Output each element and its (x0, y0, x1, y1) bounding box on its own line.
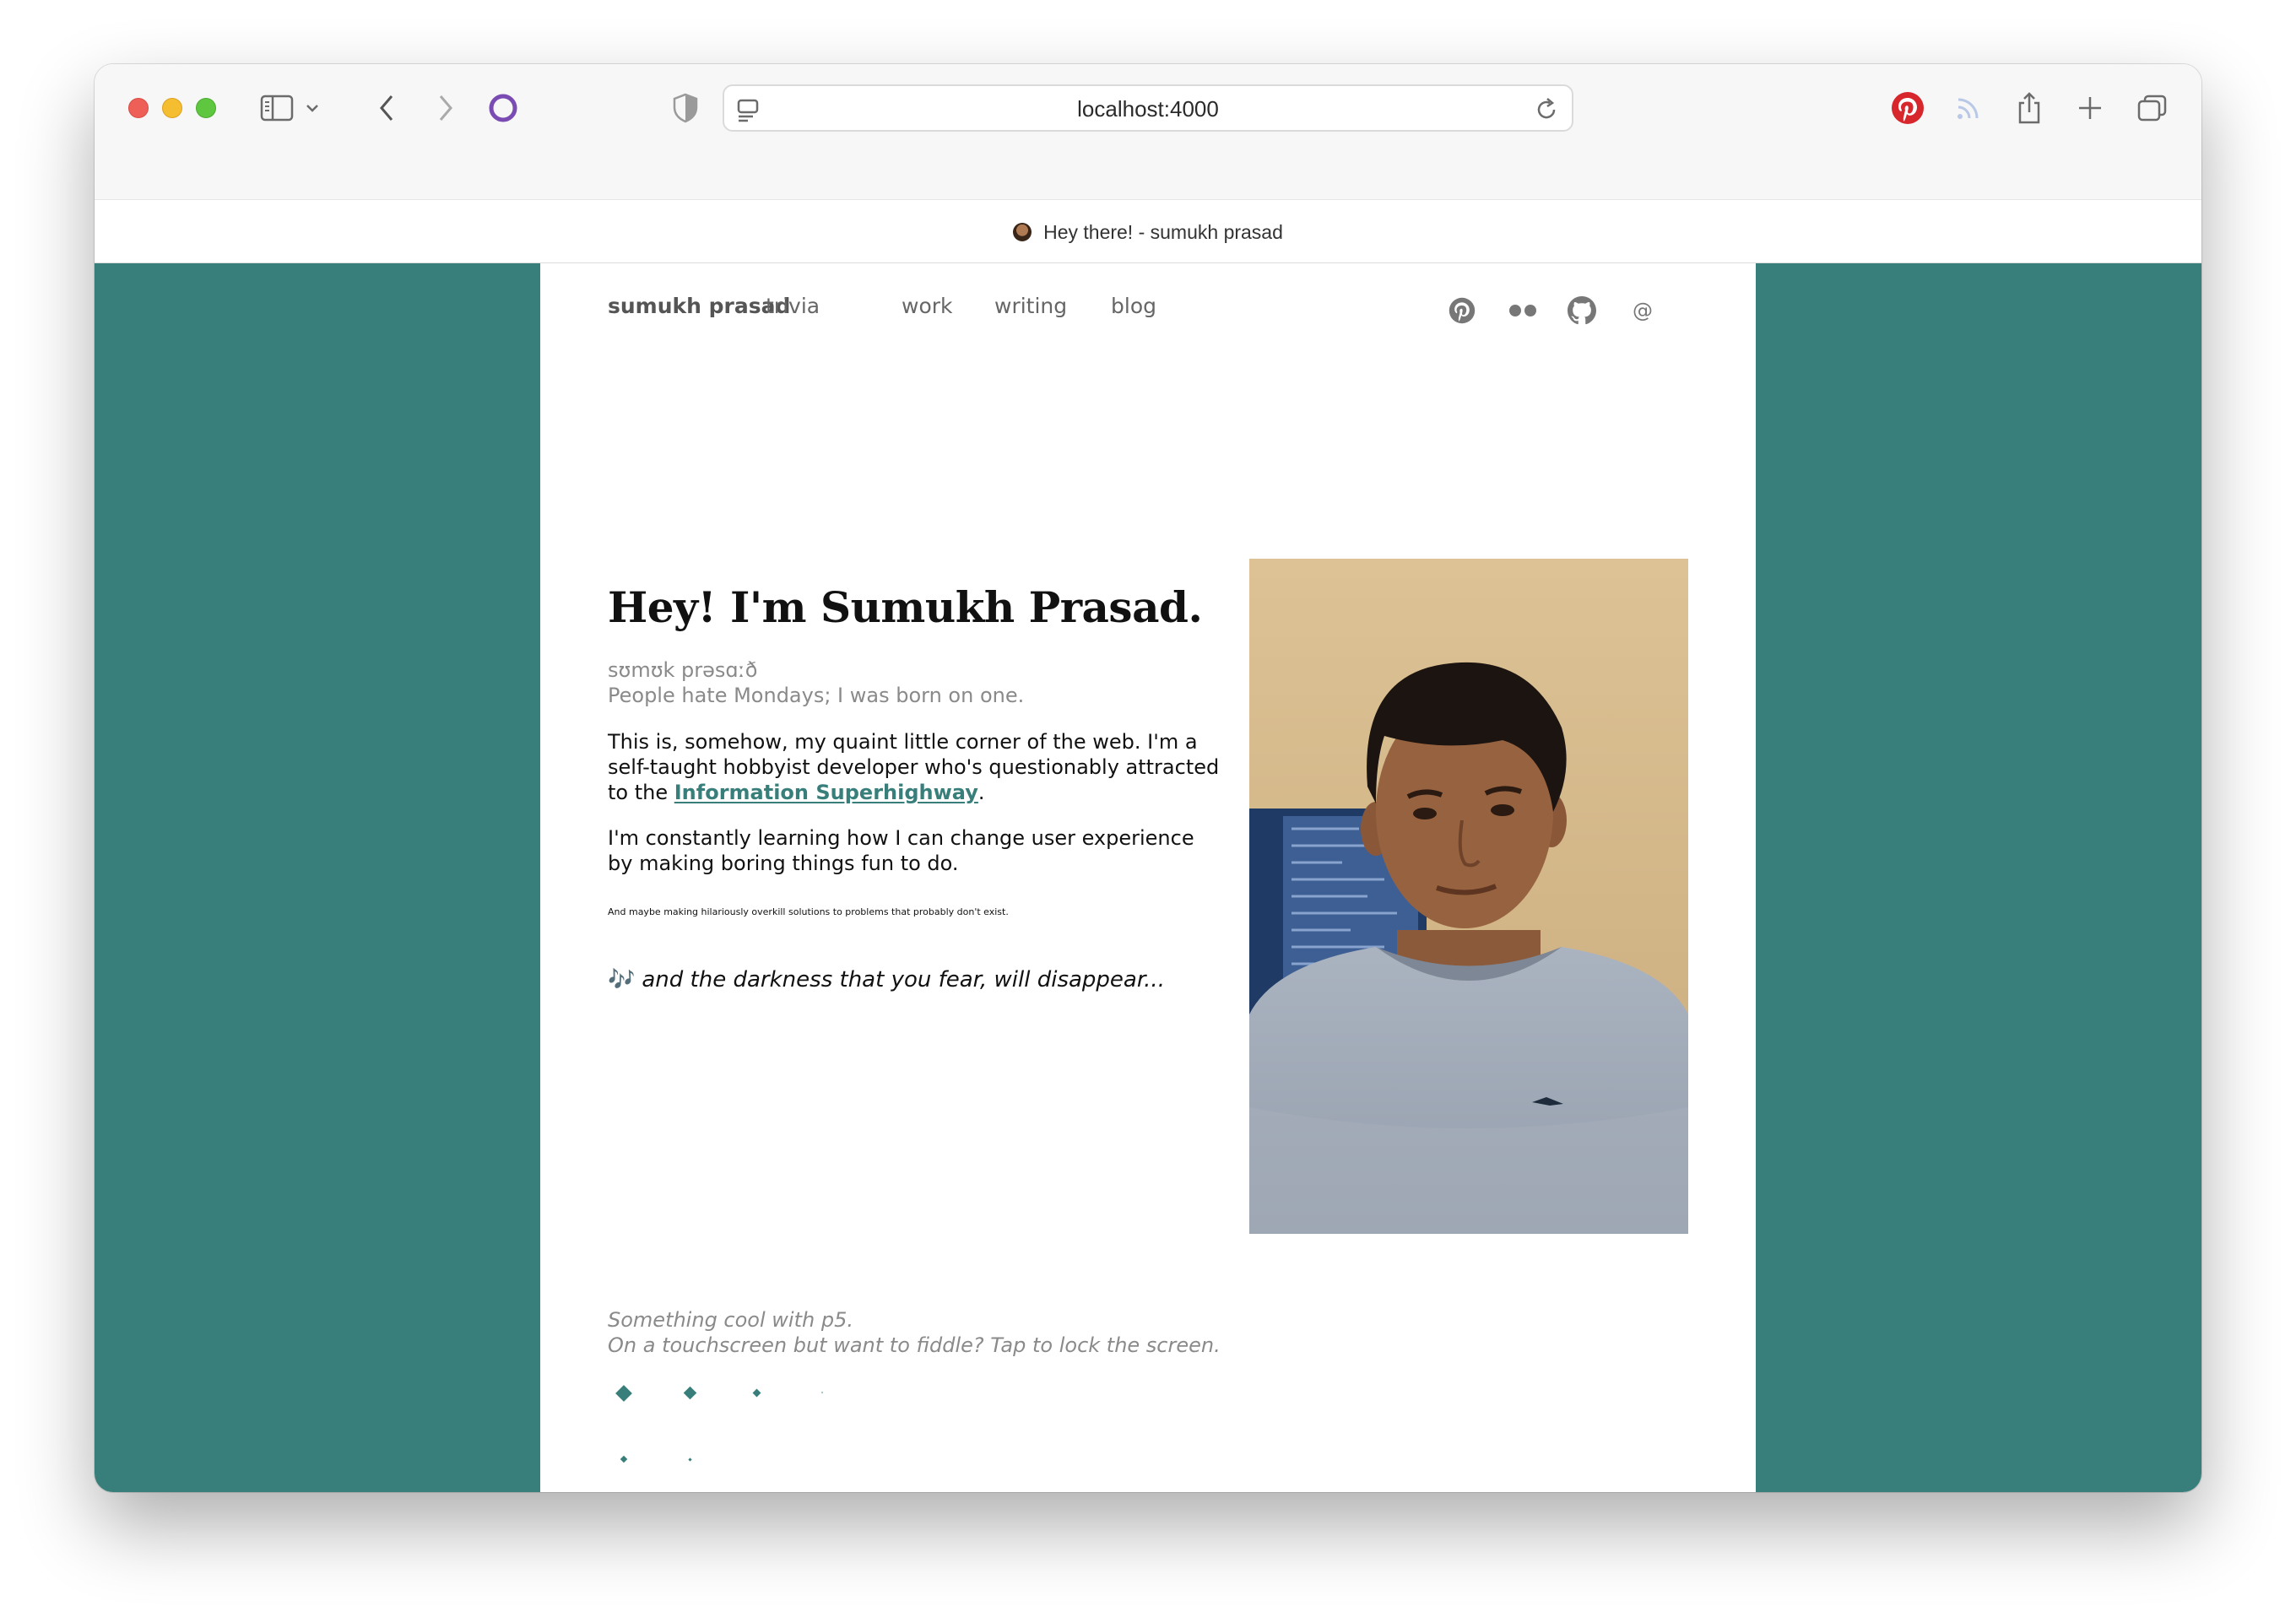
email-icon[interactable]: @ (1627, 295, 1658, 326)
p5-dot (820, 1391, 824, 1394)
browser-toolbar: localhost:4000 (95, 64, 2201, 199)
nav-link-trivia[interactable]: trivia (766, 294, 820, 318)
information-superhighway-link[interactable]: Information Superhighway (674, 781, 978, 804)
p5-dot (620, 1455, 628, 1463)
intro-paragraph: This is, somehow, my quaint little corne… (608, 729, 1224, 805)
p5-dot (683, 1386, 697, 1400)
music-notes-icon: 🎶 (608, 967, 636, 992)
pronunciation: sʊmʊk prəsɑːð (608, 658, 758, 682)
address-bar[interactable]: localhost:4000 (723, 84, 1573, 132)
page-content: sumukh prasad trivia work writing blog @… (540, 263, 1756, 1492)
url-text[interactable]: localhost:4000 (724, 86, 1572, 133)
tab-title: Hey there! - sumukh prasad (1043, 220, 1283, 243)
p5-dot (688, 1457, 692, 1462)
nav-link-blog[interactable]: blog (1111, 294, 1156, 318)
minimize-window-button[interactable] (162, 98, 182, 118)
small-print-note: And maybe making hilariously overkill so… (608, 906, 1009, 917)
tab-bar: Hey there! - sumukh prasad (95, 199, 2201, 263)
forward-icon[interactable] (425, 88, 466, 128)
p5-caption-line2: On a touchscreen but want to fiddle? Tap… (608, 1333, 1221, 1357)
song-lyric: 🎶 and the darkness that you fear, will di… (608, 967, 1165, 992)
reload-icon[interactable] (1531, 95, 1562, 125)
sidebar-icon[interactable] (257, 88, 297, 128)
p5-caption-line1: Something cool with p5. (608, 1308, 853, 1332)
lyric-text: and the darkness that you fear, will dis… (642, 967, 1165, 992)
share-icon[interactable] (2009, 88, 2050, 128)
chevron-down-icon[interactable] (301, 88, 324, 128)
learning-paragraph: I'm constantly learning how I can change… (608, 826, 1194, 875)
tab-overview-icon[interactable] (2132, 88, 2173, 128)
zoom-window-button[interactable] (196, 98, 216, 118)
new-tab-icon[interactable] (2070, 88, 2110, 128)
shield-icon[interactable] (665, 88, 706, 128)
github-icon[interactable] (1567, 295, 1597, 326)
favicon-icon (1013, 223, 1032, 241)
back-icon[interactable] (366, 88, 407, 128)
browser-window: localhost:4000 Hey there! - sumukh prasa… (95, 64, 2201, 1492)
flickr-icon[interactable] (1508, 295, 1538, 326)
nav-link-writing[interactable]: writing (994, 294, 1067, 318)
nav-link-work[interactable]: work (902, 294, 953, 318)
close-window-button[interactable] (128, 98, 149, 118)
page-title: Hey! I'm Sumukh Prasad. (608, 582, 1203, 632)
p5-dot (615, 1385, 632, 1402)
extension-circle-icon[interactable] (483, 88, 523, 128)
site-brand-link[interactable]: sumukh prasad (608, 294, 790, 318)
pinterest-icon[interactable] (1447, 295, 1477, 326)
profile-photo (1249, 559, 1688, 1234)
active-tab[interactable]: Hey there! - sumukh prasad (95, 200, 2201, 264)
p5-dot (752, 1388, 761, 1398)
tagline: People hate Mondays; I was born on one. (608, 684, 1025, 707)
page-viewport: sumukh prasad trivia work writing blog @… (95, 263, 2201, 1492)
pinterest-extension-icon[interactable] (1887, 88, 1928, 128)
p5-sketch-canvas[interactable] (608, 1377, 1030, 1479)
rss-icon[interactable] (1948, 88, 1989, 128)
intro-text-end: . (977, 781, 985, 804)
